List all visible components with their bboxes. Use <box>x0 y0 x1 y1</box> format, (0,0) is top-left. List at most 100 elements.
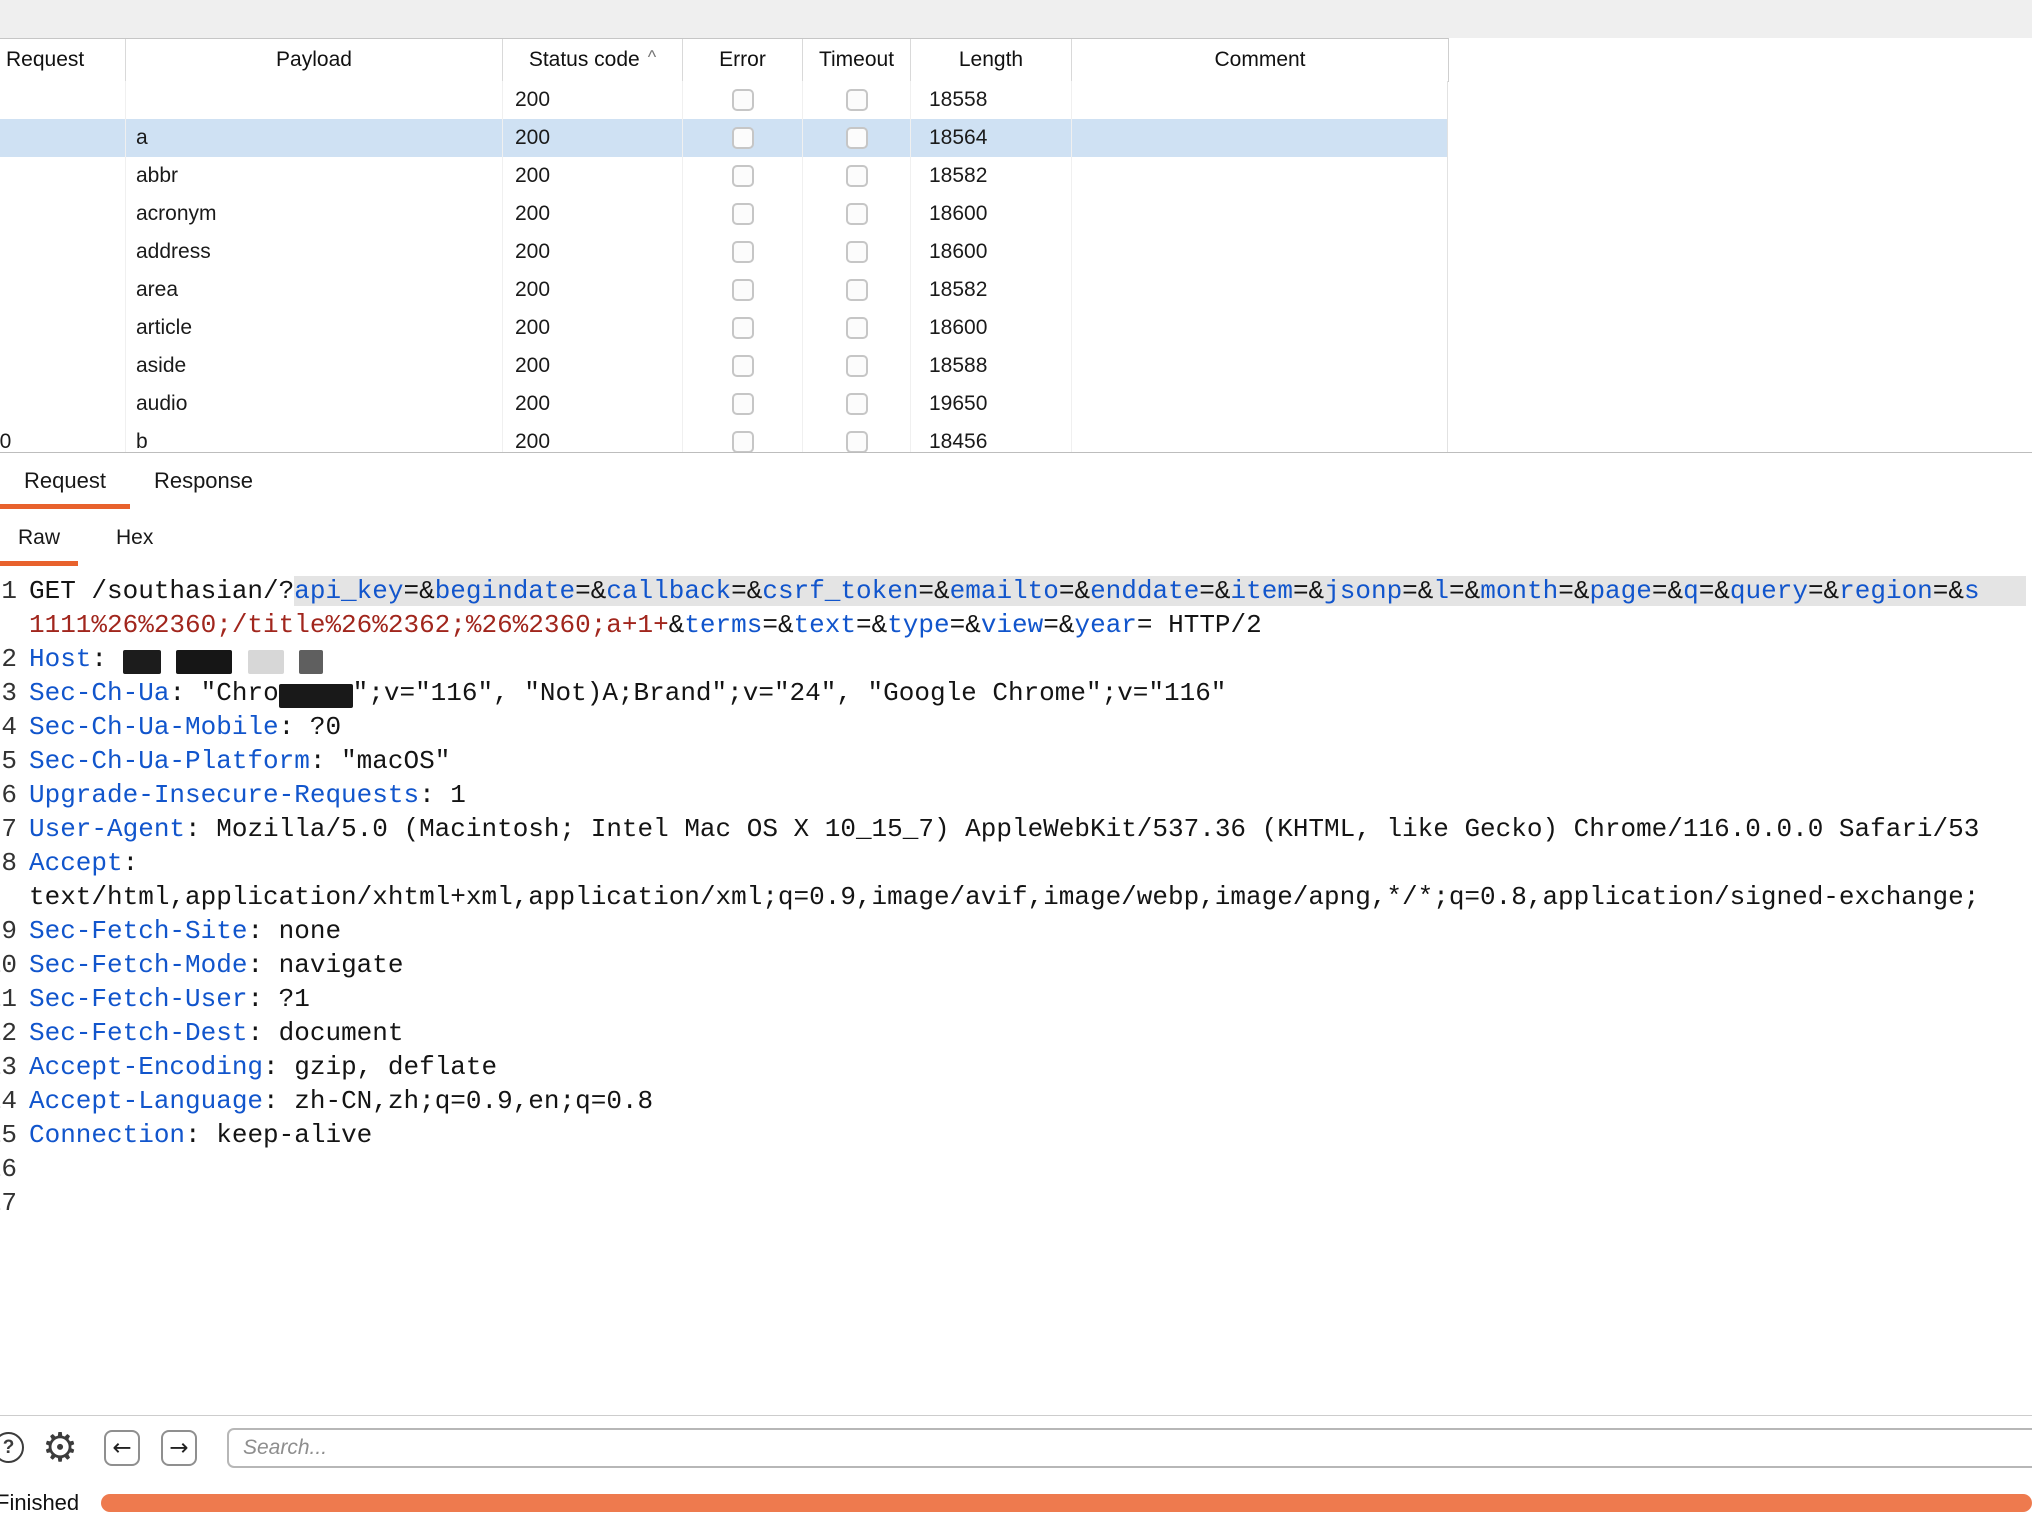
status-code-cell: 200 <box>503 119 683 157</box>
error-checkbox[interactable] <box>732 393 754 415</box>
timeout-checkbox[interactable] <box>846 431 868 452</box>
status-code-cell: 200 <box>503 309 683 347</box>
timeout-checkbox[interactable] <box>846 127 868 149</box>
error-checkbox[interactable] <box>732 89 754 111</box>
column-header-timeout[interactable]: Timeout <box>803 39 911 81</box>
table-row[interactable]: 5address20018600 <box>0 233 1447 271</box>
tab-raw[interactable]: Raw <box>0 509 78 566</box>
table-row[interactable]: 9audio20019650 <box>0 385 1447 423</box>
column-header-comment[interactable]: Comment <box>1072 39 1448 81</box>
previous-match-button[interactable]: ← <box>104 1430 140 1466</box>
length-cell: 18600 <box>911 195 1072 233</box>
editor-line: 8Accept: <box>0 846 2032 880</box>
timeout-cell <box>803 233 911 271</box>
line-number-gutter: 15 <box>0 1118 17 1152</box>
error-checkbox[interactable] <box>732 279 754 301</box>
sort-asc-icon: ^ <box>648 47 656 68</box>
line-number-gutter: 4 <box>0 710 17 744</box>
length-cell: 18456 <box>911 423 1072 452</box>
comment-cell <box>1072 119 1448 157</box>
table-row[interactable]: 8aside20018588 <box>0 347 1447 385</box>
tab-response[interactable]: Response <box>130 453 277 509</box>
table-row[interactable]: 6area20018582 <box>0 271 1447 309</box>
column-header-status-code[interactable]: Status code ^ <box>503 39 683 81</box>
table-row[interactable]: 3abbr20018582 <box>0 157 1447 195</box>
payload-cell: aside <box>126 347 503 385</box>
length-cell: 18600 <box>911 233 1072 271</box>
editor-line: 12Sec-Fetch-Dest: document <box>0 1016 2032 1050</box>
status-code-cell: 200 <box>503 347 683 385</box>
line-number-gutter: 17 <box>0 1186 17 1220</box>
help-icon[interactable]: ? <box>0 1432 24 1463</box>
payload-cell: area <box>126 271 503 309</box>
comment-cell <box>1072 423 1448 452</box>
error-checkbox[interactable] <box>732 203 754 225</box>
timeout-checkbox[interactable] <box>846 241 868 263</box>
timeout-checkbox[interactable] <box>846 165 868 187</box>
request-number-cell: 10 <box>0 423 126 452</box>
table-row[interactable]: 120018558 <box>0 81 1447 119</box>
comment-cell <box>1072 233 1448 271</box>
error-checkbox[interactable] <box>732 165 754 187</box>
request-number-cell: 2 <box>0 119 126 157</box>
tab-hex[interactable]: Hex <box>98 509 171 566</box>
payload-cell: a <box>126 119 503 157</box>
error-cell <box>683 195 803 233</box>
line-number-gutter: 2 <box>0 642 17 676</box>
request-number-cell: 6 <box>0 271 126 309</box>
timeout-checkbox[interactable] <box>846 89 868 111</box>
length-cell: 18582 <box>911 271 1072 309</box>
line-number-gutter: 7 <box>0 812 17 846</box>
timeout-checkbox[interactable] <box>846 355 868 377</box>
column-header-request[interactable]: Request <box>0 39 126 81</box>
table-row[interactable]: 7article20018600 <box>0 309 1447 347</box>
gear-icon[interactable]: ⚙ <box>36 1422 84 1474</box>
timeout-cell <box>803 119 911 157</box>
error-cell <box>683 157 803 195</box>
column-header-error[interactable]: Error <box>683 39 803 81</box>
timeout-checkbox[interactable] <box>846 393 868 415</box>
length-cell: 18588 <box>911 347 1072 385</box>
error-checkbox[interactable] <box>732 431 754 452</box>
tab-request[interactable]: Request <box>0 453 130 509</box>
timeout-checkbox[interactable] <box>846 279 868 301</box>
timeout-checkbox[interactable] <box>846 317 868 339</box>
timeout-cell <box>803 347 911 385</box>
payload-cell: audio <box>126 385 503 423</box>
error-checkbox[interactable] <box>732 127 754 149</box>
timeout-cell <box>803 81 911 119</box>
redaction-block <box>279 684 353 708</box>
line-number-gutter: 5 <box>0 744 17 778</box>
comment-cell <box>1072 81 1448 119</box>
table-row[interactable]: 4acronym20018600 <box>0 195 1447 233</box>
status-code-cell: 200 <box>503 195 683 233</box>
timeout-cell <box>803 385 911 423</box>
column-label: Status code <box>529 48 640 72</box>
line-number-gutter: 12 <box>0 1016 17 1050</box>
editor-line: 2Host: <box>0 642 2032 676</box>
payload-cell: b <box>126 423 503 452</box>
request-editor[interactable]: 1GET /southasian/?api_key=&begindate=&ca… <box>0 566 2032 1415</box>
error-checkbox[interactable] <box>732 355 754 377</box>
line-number-gutter: 13 <box>0 1050 17 1084</box>
editor-line: 14Accept-Language: zh-CN,zh;q=0.9,en;q=0… <box>0 1084 2032 1118</box>
editor-line: 1111%26%2360;/title%26%2362;%26%2360;a+1… <box>0 608 2032 642</box>
next-match-button[interactable]: → <box>161 1430 197 1466</box>
status-code-cell: 200 <box>503 233 683 271</box>
column-header-length[interactable]: Length <box>911 39 1072 81</box>
status-label: Finished <box>0 1490 79 1516</box>
comment-cell <box>1072 157 1448 195</box>
redaction-block <box>123 650 161 674</box>
length-cell: 19650 <box>911 385 1072 423</box>
table-row[interactable]: 10b20018456 <box>0 423 1447 452</box>
column-header-payload[interactable]: Payload <box>126 39 503 81</box>
editor-line: 5Sec-Ch-Ua-Platform: "macOS" <box>0 744 2032 778</box>
line-number-gutter <box>0 880 17 914</box>
comment-cell <box>1072 309 1448 347</box>
error-checkbox[interactable] <box>732 241 754 263</box>
error-checkbox[interactable] <box>732 317 754 339</box>
search-input[interactable] <box>227 1428 2032 1468</box>
error-cell <box>683 385 803 423</box>
table-row[interactable]: 2a20018564 <box>0 119 1447 157</box>
timeout-checkbox[interactable] <box>846 203 868 225</box>
